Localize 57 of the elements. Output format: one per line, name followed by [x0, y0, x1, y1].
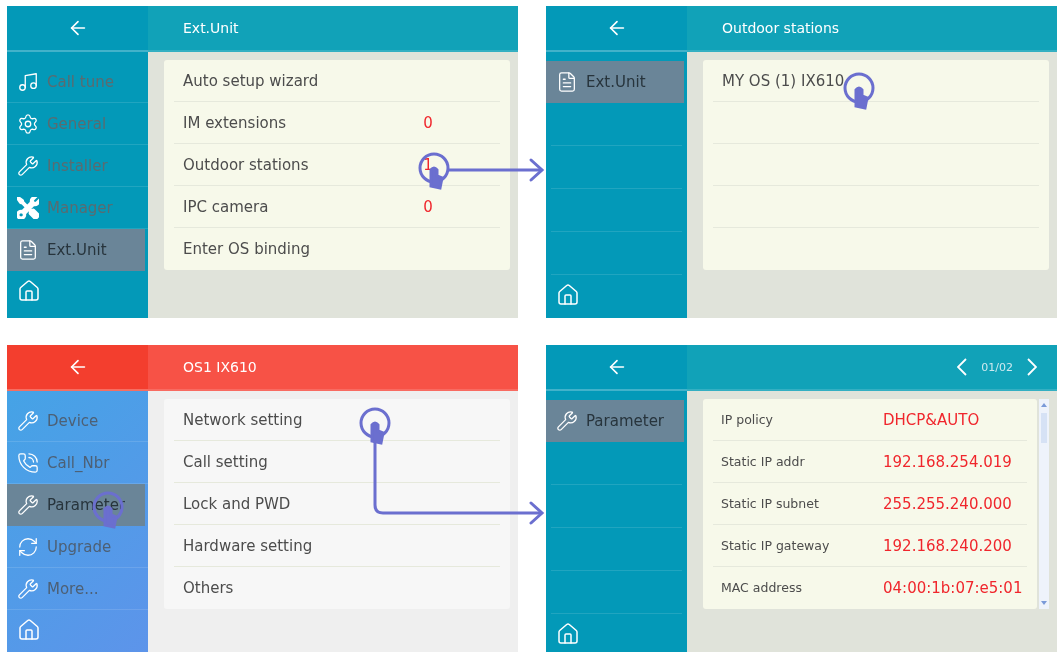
wrench-icon	[17, 577, 39, 600]
row-value: DHCP&AUTO	[883, 410, 981, 429]
touch-pointer-icon	[418, 152, 450, 190]
chevron-right-icon	[1027, 358, 1037, 376]
row-value: 0	[422, 197, 434, 216]
wrench-icon	[17, 409, 39, 432]
screen-title: OS1 IX610	[183, 359, 257, 375]
phone-icon	[17, 451, 39, 474]
next-page-button[interactable]	[1027, 358, 1037, 376]
settings-icon	[17, 112, 39, 135]
chevron-left-icon	[957, 358, 968, 376]
row-label: Outdoor stations	[183, 155, 310, 174]
row-value: 192.168.240.200	[883, 536, 1013, 555]
row-label: Hardware setting	[183, 536, 314, 555]
row-value: 0	[422, 113, 434, 132]
touch-pointer-icon	[359, 407, 391, 445]
row-label: Static IP gateway	[721, 538, 831, 553]
row-label: Network setting	[183, 410, 304, 429]
row-value: 1	[422, 155, 434, 174]
row-label: Auto setup wizard	[183, 71, 320, 90]
refresh-icon	[17, 535, 39, 558]
music-note-icon	[17, 70, 39, 93]
sidebar-item[interactable]: Parameter	[7, 484, 145, 526]
sidebar-item[interactable]: Installer	[7, 145, 148, 187]
sidebar-item[interactable]: General	[7, 103, 148, 145]
screen-title: Outdoor stations	[722, 20, 840, 36]
row-label: Enter OS binding	[183, 239, 312, 258]
row-value: 255.255.240.000	[883, 494, 1013, 513]
touch-pointer-icon	[843, 72, 875, 110]
wrench-icon	[17, 154, 39, 177]
row-value: 04:00:1b:07:e5:01	[883, 578, 1024, 597]
row-label: Lock and PWD	[183, 494, 292, 513]
row-label: IP policy	[721, 412, 774, 427]
sidebar-item[interactable]: Device	[7, 400, 148, 442]
sidebar-item[interactable]: Ext.Unit	[7, 229, 145, 271]
wrench-icon	[17, 493, 39, 516]
row-label: Call setting	[183, 452, 269, 471]
row-label: MY OS (1) IX610	[722, 71, 846, 90]
document-icon	[17, 238, 39, 261]
row-label: MAC address	[721, 580, 803, 595]
sidebar-item[interactable]: Ext.Unit	[546, 61, 684, 103]
previous-page-button[interactable]	[957, 358, 968, 376]
scrollbar-drawing[interactable]	[1039, 399, 1049, 609]
row-label: Others	[183, 578, 235, 597]
screen-title: Ext.Unit	[183, 20, 239, 36]
row-label: Static IP subnet	[721, 496, 820, 511]
wrench-icon	[556, 409, 578, 432]
sidebar-item[interactable]: More...	[7, 568, 148, 610]
row-label: IPC camera	[183, 197, 270, 216]
document-icon	[556, 70, 578, 93]
sidebar-item[interactable]: Call tune	[7, 61, 148, 103]
page-counter: 01/02	[981, 360, 1013, 374]
row-label: Static IP addr	[721, 454, 806, 469]
row-value: 192.168.254.019	[883, 452, 1013, 471]
sidebar-item[interactable]: Parameter	[546, 400, 684, 442]
row-label: IM extensions	[183, 113, 288, 132]
tools-icon	[17, 196, 39, 219]
